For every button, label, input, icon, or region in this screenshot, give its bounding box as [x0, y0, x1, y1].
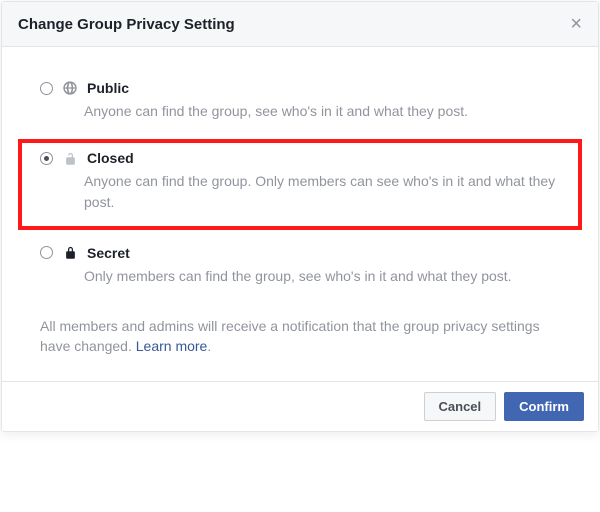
option-row: Public: [40, 79, 560, 97]
close-icon[interactable]: ×: [570, 14, 582, 34]
option-public[interactable]: Public Anyone can find the group, see wh…: [18, 71, 582, 135]
notice-text-content: All members and admins will receive a no…: [40, 318, 540, 354]
option-description: Only members can find the group, see who…: [84, 266, 560, 286]
lock-icon: [61, 244, 79, 262]
option-description: Anyone can find the group. Only members …: [84, 171, 560, 212]
option-label: Public: [87, 80, 129, 96]
dialog-title: Change Group Privacy Setting: [18, 16, 235, 33]
dialog-footer: Cancel Confirm: [2, 381, 598, 431]
option-closed[interactable]: Closed Anyone can find the group. Only m…: [18, 139, 582, 230]
option-row: Secret: [40, 244, 560, 262]
radio-secret[interactable]: [40, 246, 53, 259]
radio-public[interactable]: [40, 82, 53, 95]
radio-closed[interactable]: [40, 152, 53, 165]
option-label: Secret: [87, 245, 130, 261]
privacy-setting-dialog: Change Group Privacy Setting × Public An…: [1, 1, 599, 432]
globe-icon: [61, 79, 79, 97]
notice-text: All members and admins will receive a no…: [18, 304, 582, 367]
cancel-button[interactable]: Cancel: [424, 392, 497, 421]
option-description: Anyone can find the group, see who's in …: [84, 101, 560, 121]
dialog-header: Change Group Privacy Setting ×: [2, 2, 598, 47]
option-secret[interactable]: Secret Only members can find the group, …: [18, 236, 582, 300]
dialog-body: Public Anyone can find the group, see wh…: [2, 47, 598, 381]
option-row: Closed: [40, 149, 560, 167]
notice-period: .: [207, 338, 211, 354]
unlock-icon: [61, 149, 79, 167]
learn-more-link[interactable]: Learn more: [136, 338, 208, 354]
confirm-button[interactable]: Confirm: [504, 392, 584, 421]
option-label: Closed: [87, 150, 134, 166]
